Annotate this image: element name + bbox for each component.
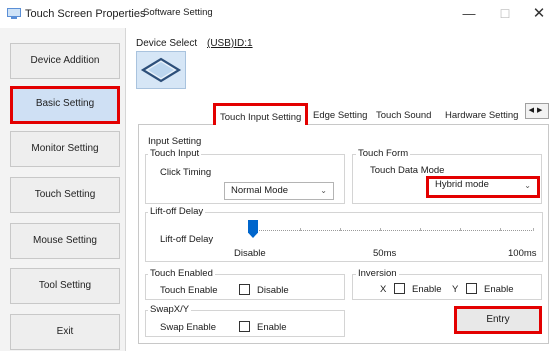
tab-software-setting[interactable]: Software Setting [143, 7, 213, 18]
swap-enable-checkbox[interactable] [239, 321, 250, 332]
window-title: Touch Screen Properties [25, 8, 146, 20]
lift-off-slider-track[interactable] [254, 230, 534, 231]
entry-button[interactable]: Entry [454, 306, 542, 334]
slider-tick [500, 228, 501, 231]
slider-tick [340, 228, 341, 231]
slider-tick [300, 228, 301, 231]
lift-off-delay-title: Lift-off Delay [148, 206, 206, 217]
device-select-label: Device Select [136, 38, 198, 49]
inversion-x-label: X [380, 284, 387, 295]
chevron-down-icon: ⌄ [524, 181, 531, 190]
tab-scroll-left-icon[interactable]: ◀ [529, 107, 537, 114]
sidebar-item-basic-setting[interactable]: Basic Setting [10, 86, 120, 124]
click-timing-select[interactable]: Normal Mode ⌄ [224, 182, 334, 200]
input-setting-title: Input Setting [148, 136, 202, 147]
slider-tick [460, 228, 461, 231]
inversion-y-label: Y [452, 284, 459, 295]
lift-off-mid-label: 50ms [373, 248, 397, 259]
sidebar-item-tool-setting[interactable]: Tool Setting [10, 268, 120, 304]
tab-scroll-buttons[interactable]: ◀▶ [525, 103, 549, 119]
tab-scroll-right-icon[interactable]: ▶ [537, 107, 545, 114]
title-bar: Touch Screen Properties — ☐ ✕ [0, 0, 556, 28]
lift-off-min-label: Disable [234, 248, 266, 259]
tab-touch-input-setting[interactable]: Touch Input Setting [213, 103, 309, 126]
swap-enable-label: Swap Enable [160, 322, 216, 333]
touch-form-title: Touch Form [356, 148, 411, 159]
touch-input-title: Touch Input [148, 148, 202, 159]
inversion-x-checkbox[interactable] [394, 283, 405, 294]
slider-tick [533, 228, 534, 231]
tab-touch-sound[interactable]: Touch Sound [376, 110, 431, 121]
sidebar-item-exit[interactable]: Exit [10, 314, 120, 350]
touch-disable-checkbox[interactable] [239, 284, 250, 295]
close-button[interactable]: ✕ [524, 4, 554, 24]
sidebar-item-mouse-setting[interactable]: Mouse Setting [10, 223, 120, 259]
lift-off-delay-label: Lift-off Delay [160, 234, 214, 245]
inversion-y-checkbox[interactable] [466, 283, 477, 294]
device-select-link[interactable]: (USB)ID:1 [207, 38, 253, 49]
inversion-title: Inversion [356, 268, 399, 279]
inversion-y-checkbox-label[interactable]: Enable [484, 284, 514, 295]
sidebar-item-device-addition[interactable]: Device Addition [10, 43, 120, 79]
touch-enabled-title: Touch Enabled [148, 268, 215, 279]
click-timing-value: Normal Mode [231, 185, 289, 196]
touch-enable-label: Touch Enable [160, 285, 218, 296]
chevron-down-icon: ⌄ [320, 186, 327, 195]
tab-edge-setting[interactable]: Edge Setting [313, 110, 367, 121]
tab-hardware-setting[interactable]: Hardware Setting [445, 110, 518, 121]
touch-data-mode-select[interactable]: Hybrid mode ⌄ [426, 176, 540, 198]
click-timing-label: Click Timing [160, 167, 212, 178]
minimize-button[interactable]: — [454, 4, 484, 24]
maximize-button[interactable]: ☐ [490, 4, 520, 24]
swap-xy-title: SwapX/Y [148, 304, 192, 315]
app-icon [7, 8, 21, 19]
touch-panel-icon [140, 57, 182, 83]
touch-data-mode-value: Hybrid mode [435, 179, 489, 190]
slider-tick [380, 228, 381, 231]
touch-disable-checkbox-label[interactable]: Disable [257, 285, 289, 296]
touch-data-mode-label: Touch Data Mode [370, 165, 445, 176]
slider-tick [420, 228, 421, 231]
sidebar-item-touch-setting[interactable]: Touch Setting [10, 177, 120, 213]
lift-off-max-label: 100ms [508, 248, 537, 259]
sidebar-item-monitor-setting[interactable]: Monitor Setting [10, 131, 120, 167]
device-thumbnail[interactable] [136, 51, 186, 89]
swap-enable-checkbox-label[interactable]: Enable [257, 322, 287, 333]
inversion-x-checkbox-label[interactable]: Enable [412, 284, 442, 295]
